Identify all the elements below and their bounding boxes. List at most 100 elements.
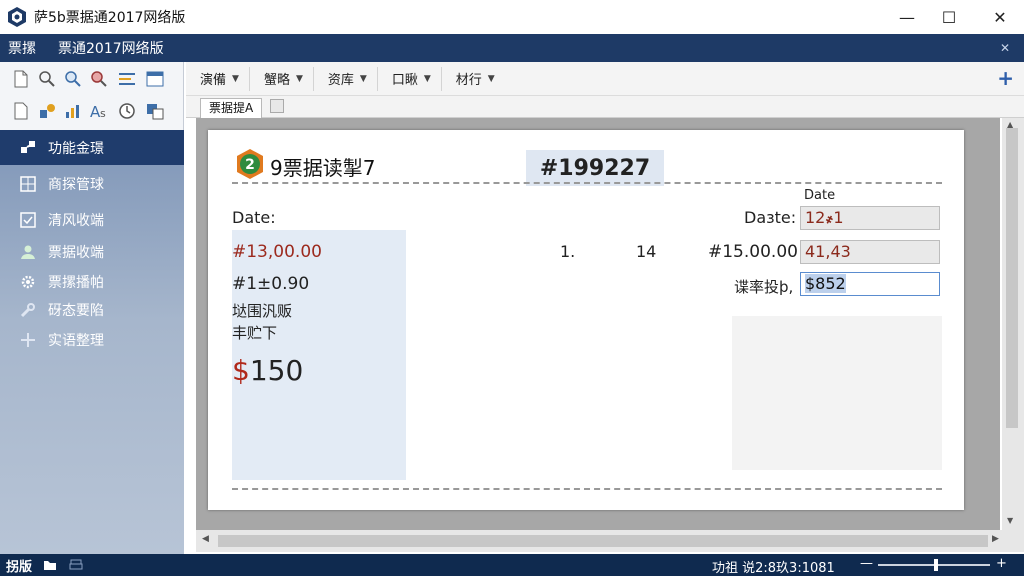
mid-number-1: 1. xyxy=(560,242,576,261)
sidebar-item-goods[interactable]: 商探管球 xyxy=(0,168,184,200)
field-total-label: 谍率投þ, xyxy=(734,278,794,296)
field-amount[interactable]: 41,43 xyxy=(800,240,940,264)
minimize-button[interactable]: — xyxy=(884,0,930,34)
selected-text: $852 xyxy=(805,274,846,293)
shapes-icon[interactable] xyxy=(36,100,58,122)
window-title: 萨5b票据通2017网络版 xyxy=(34,10,186,26)
menu-item-file[interactable]: 票摞 xyxy=(8,38,36,58)
chevron-down-icon: ▼ xyxy=(423,73,431,84)
remark-line-2: 丰贮下 xyxy=(232,324,278,342)
sidebar-item-tools[interactable]: 砑态要陷 xyxy=(0,294,184,326)
close-button[interactable]: ✕ xyxy=(977,0,1023,34)
search-icon[interactable] xyxy=(36,68,58,90)
sidebar-item-label: 清风收端 xyxy=(48,213,104,229)
maximize-button[interactable]: ☐ xyxy=(926,0,972,34)
status-right-text: 功祖 说2:8玖3:1081 xyxy=(712,561,835,576)
sidebar-item-label: 票据收端 xyxy=(48,245,104,261)
dropdown-label: 资库 xyxy=(327,73,354,88)
tab-strip: 票据提A xyxy=(186,96,1024,118)
date-label-top: Date xyxy=(804,188,836,203)
sidebar-item-label: 商探管球 xyxy=(48,177,104,193)
sidebar-item-organize[interactable]: 实语整理 xyxy=(0,324,184,356)
ticket-number[interactable]: #199227 xyxy=(526,150,664,186)
dropdown-1[interactable]: 蟹略 ▼ xyxy=(250,66,314,91)
sidebar-item-label: 砑态要陷 xyxy=(48,303,104,319)
menu-item-product[interactable]: 票通2017网络版 xyxy=(58,38,164,58)
dashed-divider-top xyxy=(232,182,942,184)
dropdown-label: 演備 xyxy=(200,73,227,88)
dropdown-label: 材行 xyxy=(455,73,482,88)
main-toolbar: 演備 ▼ 蟹略 ▼ 资库 ▼ 口瞅 ▼ 材行 ▼ + xyxy=(186,62,1024,96)
dropdown-4[interactable]: 材行 ▼ xyxy=(442,67,505,91)
horizontal-scrollbar[interactable]: ◀ ▶ xyxy=(196,530,1024,552)
remark-line-1: 垯围汎贩 xyxy=(232,302,293,320)
sidebar-item-label: 票摞播帕 xyxy=(48,275,104,291)
big-amount-value: 150 xyxy=(249,354,304,387)
horizontal-scroll-thumb[interactable] xyxy=(218,535,988,547)
scroll-left-icon[interactable]: ◀ xyxy=(202,534,209,544)
menubar-close-icon[interactable]: ✕ xyxy=(996,39,1014,57)
zoom-in-button[interactable]: + xyxy=(996,556,1007,571)
dropdown-0[interactable]: 演備 ▼ xyxy=(186,66,250,91)
new-document-icon[interactable] xyxy=(10,68,32,90)
list-icon[interactable] xyxy=(116,68,138,90)
plus-icon xyxy=(18,330,38,350)
zoom-slider-thumb[interactable] xyxy=(934,559,938,571)
vertical-scrollbar[interactable]: ▲ ▼ xyxy=(1002,118,1024,530)
chevron-down-icon: ▼ xyxy=(232,73,239,84)
title-bar: 萨5b票据通2017网络版 — ☐ ✕ xyxy=(0,0,1024,34)
scroll-down-icon[interactable]: ▼ xyxy=(1007,516,1013,525)
left-toolbox: As xyxy=(0,62,184,130)
status-bar: 拐版 功祖 说2:8玖3:1081 — + xyxy=(0,554,1024,576)
puzzle-icon xyxy=(18,138,38,158)
ticket-logo: 2 xyxy=(237,149,263,179)
vertical-scroll-thumb[interactable] xyxy=(1006,128,1018,428)
sidebar-item-functions[interactable]: 功能金璟 xyxy=(0,130,184,165)
ticket-paper: 2 9票据读掣7 #199227 Date Date: #13,00.00 #1… xyxy=(208,130,964,510)
dropdown-3[interactable]: 口瞅 ▼ xyxy=(378,66,442,91)
zoom-out-button[interactable]: — xyxy=(860,556,873,571)
grid-icon xyxy=(18,174,38,194)
big-amount: $150 xyxy=(232,354,303,387)
dropdown-2[interactable]: 资库 ▼ xyxy=(314,66,378,91)
sidebar-item-collect[interactable]: 清风收端 xyxy=(0,204,184,236)
chevron-down-icon: ▼ xyxy=(487,73,495,84)
sidebar-item-receipts[interactable]: 票据收端 xyxy=(0,236,184,268)
status-left-text: 拐版 xyxy=(6,559,33,575)
text-style-icon[interactable]: As xyxy=(88,100,110,122)
amount-2: #1±0.90 xyxy=(232,274,310,294)
dropdown-label: 蟹略 xyxy=(263,73,290,88)
columns-icon[interactable] xyxy=(144,68,166,90)
right-info-box[interactable] xyxy=(732,316,942,470)
checkbox-icon xyxy=(18,210,38,230)
menu-bar: 票摞 票通2017网络版 ✕ xyxy=(0,34,1024,62)
date-label-right: Daзte: xyxy=(744,208,797,227)
new-tab-button[interactable] xyxy=(270,99,284,113)
field-total[interactable]: $852 xyxy=(800,272,940,296)
scroll-right-icon[interactable]: ▶ xyxy=(992,534,999,544)
field-date[interactable]: 12҂1 xyxy=(800,206,940,230)
chart-icon[interactable] xyxy=(62,100,84,122)
sidebar-nav: 功能金璟 商探管球 清风收端 票据收端 票摞播帕 砑态要陷 实语整理 xyxy=(0,130,184,554)
blank-page-icon[interactable] xyxy=(10,100,32,122)
tab-ticket[interactable]: 票据提A xyxy=(200,98,263,118)
printer-icon[interactable] xyxy=(68,558,84,572)
clock-icon[interactable] xyxy=(116,100,138,122)
user-icon xyxy=(18,242,38,262)
folder-icon[interactable] xyxy=(42,558,58,572)
zoom-out-icon[interactable] xyxy=(88,68,110,90)
mid-number-2: 14 xyxy=(636,242,657,261)
window-icon[interactable] xyxy=(144,100,166,122)
ticket-title: 9票据读掣7 xyxy=(270,156,376,180)
app-logo-icon xyxy=(8,7,26,27)
add-button[interactable]: + xyxy=(997,68,1014,88)
gear-icon xyxy=(18,272,38,292)
currency-symbol: $ xyxy=(232,354,250,387)
design-canvas: 2 9票据读掣7 #199227 Date Date: #13,00.00 #1… xyxy=(196,118,1000,530)
sidebar-item-label: 实语整理 xyxy=(48,333,104,349)
svg-text:2: 2 xyxy=(245,157,255,173)
sidebar-item-label: 功能金璟 xyxy=(48,140,104,157)
mid-number-3: #15.00.00 xyxy=(708,242,798,262)
zoom-in-icon[interactable] xyxy=(62,68,84,90)
chevron-down-icon: ▼ xyxy=(295,73,303,84)
